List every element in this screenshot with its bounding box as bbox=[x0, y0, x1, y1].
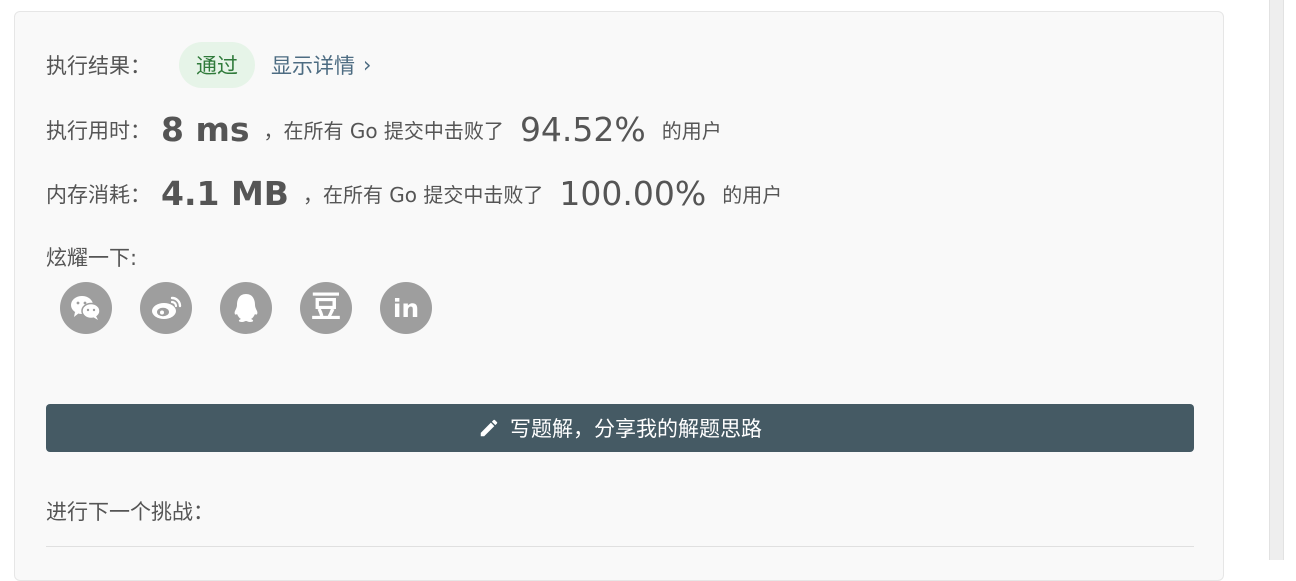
runtime-suffix: 的用户 bbox=[661, 119, 722, 143]
memory-compare-text: ，在所有 Go 提交中击败了 bbox=[302, 183, 544, 207]
share-icons: 豆 in bbox=[60, 282, 432, 334]
share-row: 炫耀一下: bbox=[46, 242, 137, 272]
douban-icon: 豆 bbox=[311, 290, 341, 325]
write-solution-button[interactable]: 写题解，分享我的解题思路 bbox=[46, 404, 1194, 452]
memory-value: 4.1 MB bbox=[161, 174, 289, 213]
wechat-share-button[interactable] bbox=[60, 282, 112, 334]
runtime-value: 8 ms bbox=[161, 110, 250, 149]
runtime-compare-text: ，在所有 Go 提交中击败了 bbox=[263, 119, 504, 143]
share-label: 炫耀一下: bbox=[46, 246, 138, 270]
runtime-percent: 94.52% bbox=[519, 110, 646, 149]
show-details-label: 显示详情 bbox=[271, 54, 355, 78]
linkedin-share-button[interactable]: in bbox=[380, 282, 432, 334]
weibo-share-button[interactable] bbox=[140, 282, 192, 334]
runtime-label: 执行用时： bbox=[46, 118, 151, 143]
weibo-icon bbox=[150, 294, 182, 322]
next-challenge-label: 进行下一个挑战： bbox=[46, 500, 214, 524]
status-badge: 通过 bbox=[179, 42, 255, 88]
result-row: 执行结果： 通过 显示详情 › bbox=[46, 42, 371, 88]
page-scrollbar[interactable] bbox=[1269, 0, 1284, 560]
result-label: 执行结果： bbox=[46, 54, 151, 78]
linkedin-icon: in bbox=[392, 293, 420, 323]
write-solution-label: 写题解，分享我的解题思路 bbox=[510, 417, 762, 441]
qq-share-button[interactable] bbox=[220, 282, 272, 334]
wechat-icon bbox=[70, 294, 102, 322]
next-challenge-row: 进行下一个挑战： bbox=[46, 496, 214, 526]
memory-label: 内存消耗： bbox=[46, 182, 151, 207]
memory-suffix: 的用户 bbox=[722, 183, 783, 207]
douban-share-button[interactable]: 豆 bbox=[300, 282, 352, 334]
pencil-icon bbox=[478, 417, 500, 439]
show-details-link[interactable]: 显示详情 › bbox=[271, 50, 371, 80]
divider bbox=[46, 546, 1194, 547]
memory-percent: 100.00% bbox=[559, 174, 707, 213]
memory-row: 内存消耗： 4.1 MB ，在所有 Go 提交中击败了 100.00% 的用户 bbox=[46, 174, 782, 213]
runtime-row: 执行用时： 8 ms ，在所有 Go 提交中击败了 94.52% 的用户 bbox=[46, 110, 722, 149]
qq-icon bbox=[232, 292, 260, 324]
chevron-right-icon: › bbox=[363, 53, 372, 77]
